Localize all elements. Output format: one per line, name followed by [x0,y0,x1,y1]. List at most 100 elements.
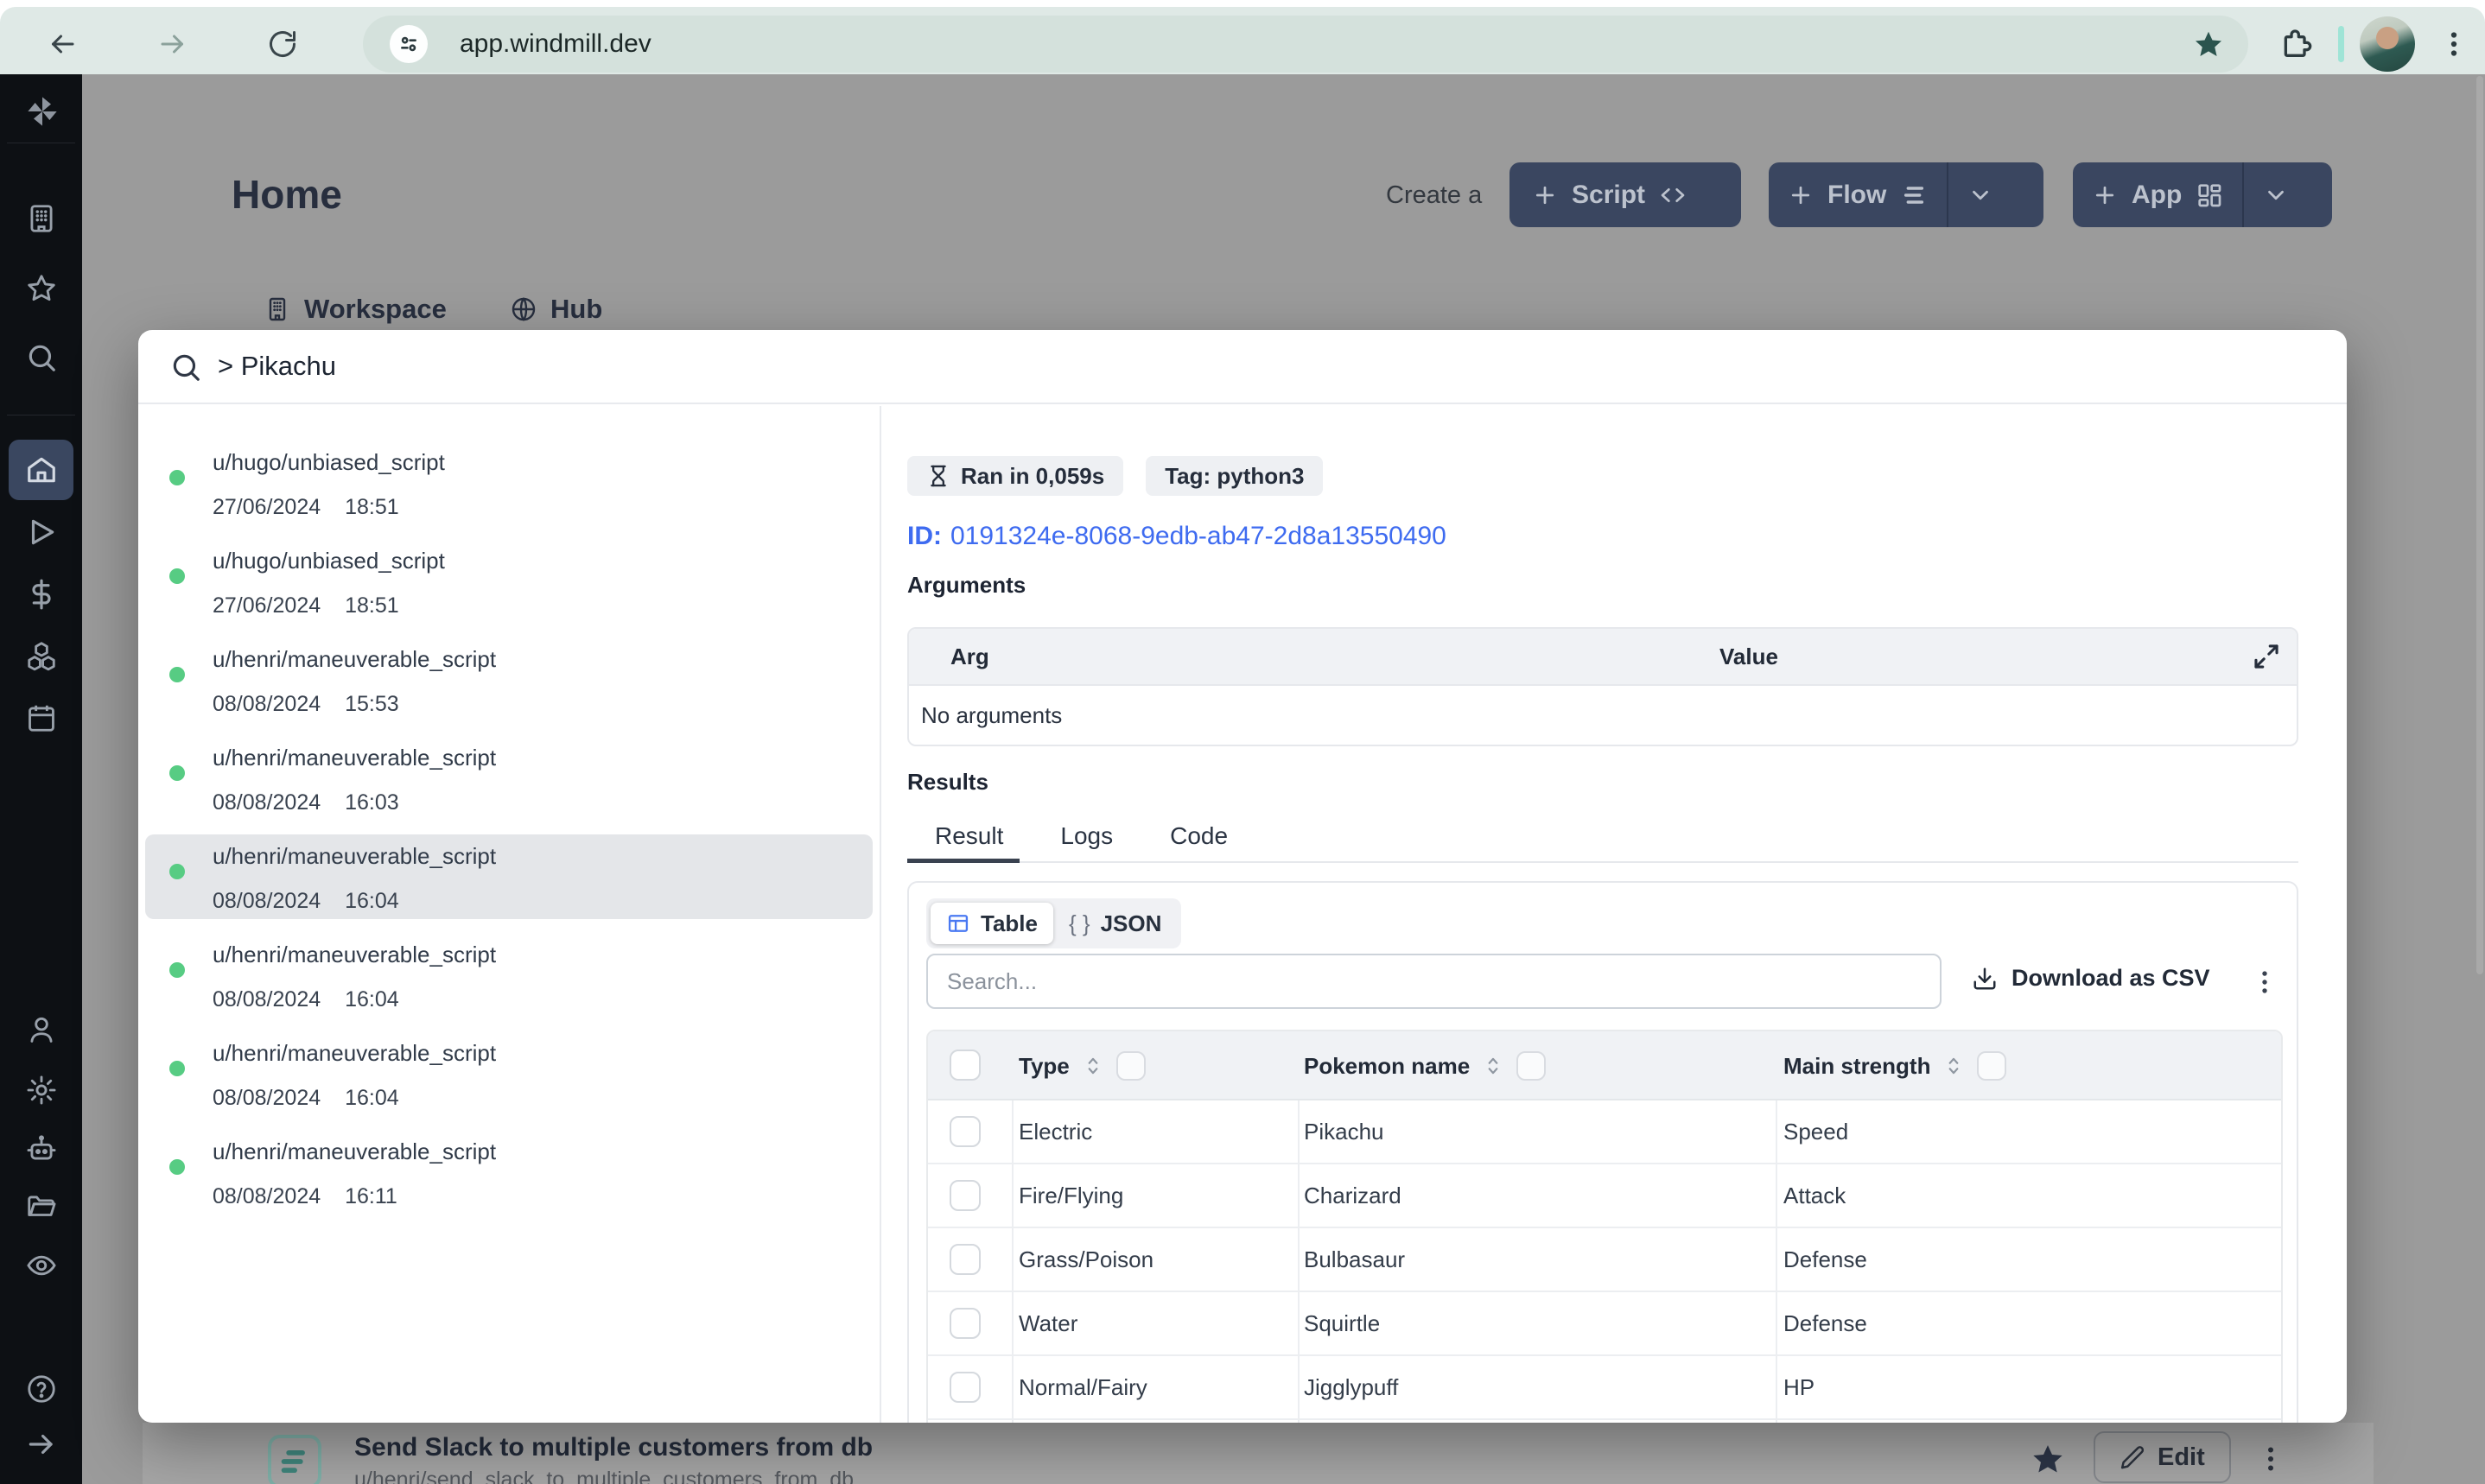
create-flow-dropdown[interactable] [1948,162,2012,227]
sidebar-item-schedules-calendar-icon[interactable] [25,701,58,734]
cell-pokemon-name: Charizard [1304,1183,1401,1208]
favorite-star-icon[interactable] [2031,1442,2065,1476]
sort-icon[interactable] [1482,1055,1504,1077]
sidebar-item-help-icon[interactable] [25,1373,58,1405]
page-scrollbar[interactable] [2476,76,2483,974]
run-list-item[interactable]: u/henri/maneuverable_script 08/08/2024 1… [145,1031,873,1116]
sidebar-item-user-icon[interactable] [25,1013,58,1046]
tab-hub-label: Hub [550,294,603,324]
row-checkbox[interactable] [950,1116,981,1147]
table-row[interactable]: Electric Pikachu Speed [928,1100,2281,1164]
column-filter-toggle[interactable] [1516,1051,1547,1081]
tab-result[interactable]: Result [935,822,1003,857]
column-label: Pokemon name [1304,1052,1471,1079]
chevron-down-icon [1973,190,1989,200]
sidebar-expand-arrow-icon[interactable] [25,1428,58,1461]
result-search-input[interactable] [926,954,1942,1009]
view-toggle: Table { } JSON [926,898,1182,948]
create-app-button[interactable]: App [2073,162,2332,227]
modal-search-bar[interactable]: > Pikachu [138,330,2347,404]
sidebar-item-search-icon[interactable] [25,341,58,374]
run-list-item[interactable]: u/hugo/unbiased_script 27/06/2024 18:51 [145,441,873,525]
success-status-dot [169,470,185,485]
reload-icon[interactable] [267,29,298,60]
create-flow-button[interactable]: Flow [1769,162,2043,227]
sidebar-item-settings-gear-icon[interactable] [25,1074,58,1107]
browser-menu-kebab-icon[interactable] [2438,29,2469,60]
windmill-logo[interactable] [25,94,58,127]
url-text[interactable]: app.windmill.dev [460,16,651,73]
edit-button[interactable]: Edit [2094,1431,2231,1483]
download-csv-button[interactable]: Download as CSV [1972,965,2210,992]
row-checkbox[interactable] [950,1244,981,1275]
back-icon[interactable] [47,29,78,60]
cell-type: Electric [1019,1119,1093,1145]
tab-workspace[interactable]: Workspace [264,294,447,325]
result-kebab-icon[interactable] [2250,967,2279,997]
sidebar-item-runs-play-icon[interactable] [25,516,58,549]
column-header-type[interactable]: Type [1019,1031,1146,1100]
sidebar-item-workers-bot-icon[interactable] [25,1132,58,1165]
sort-icon[interactable] [1082,1055,1104,1077]
sidebar-item-folders-icon[interactable] [25,1190,58,1223]
table-row[interactable]: Normal/Fairy Jigglypuff HP [928,1356,2281,1420]
result-table-header: Type Pokemon name Main strength [928,1031,2281,1100]
column-filter-toggle[interactable] [1977,1051,2007,1081]
success-status-dot [169,1061,185,1076]
run-list-item[interactable]: u/henri/maneuverable_script 08/08/2024 1… [145,933,873,1018]
select-all-checkbox[interactable] [950,1050,981,1081]
column-header-main-strength[interactable]: Main strength [1783,1031,2007,1100]
run-list-item[interactable]: u/hugo/unbiased_script 27/06/2024 18:51 [145,539,873,624]
tab-hub[interactable]: Hub [510,294,602,325]
sidebar-item-resources-boxes-icon[interactable] [25,639,58,672]
toggle-json-view[interactable]: { } JSON [1053,903,1177,944]
create-app-dropdown[interactable] [2244,162,2308,227]
plus-icon [2095,186,2114,204]
job-id-row: ID: 0191324e-8068-9edb-ab47-2d8a13550490 [907,522,1446,551]
sidebar-item-favorites-star-icon[interactable] [25,272,58,305]
flow-list-row[interactable]: Send Slack to multiple customers from db… [143,1423,2374,1484]
extensions-icon[interactable] [2278,27,2313,61]
success-status-dot [169,765,185,781]
cell-pokemon-name: Bulbasaur [1304,1246,1406,1272]
run-list-item[interactable]: u/henri/maneuverable_script 08/08/2024 1… [145,834,873,919]
sidebar-item-home-active[interactable] [9,440,73,500]
table-row[interactable]: Fire/Flying Charizard Attack [928,1164,2281,1228]
row-checkbox[interactable] [950,1180,981,1211]
search-query-text[interactable]: > Pikachu [218,330,336,403]
create-script-button[interactable]: Script [1509,162,1741,227]
table-icon [948,915,969,932]
run-date: 08/08/2024 [213,1184,321,1208]
create-script-label: Script [1572,180,1646,209]
run-timestamp: 08/08/2024 15:53 [213,692,864,717]
row-checkbox[interactable] [950,1308,981,1339]
job-id-link[interactable]: 0191324e-8068-9edb-ab47-2d8a13550490 [950,522,1446,550]
tab-logs[interactable]: Logs [1060,822,1113,857]
expand-icon[interactable] [2252,642,2281,671]
success-status-dot [169,667,185,682]
column-filter-toggle[interactable] [1115,1051,1146,1081]
sidebar-item-variables-dollar-icon[interactable] [25,578,58,611]
sort-icon[interactable] [1942,1055,1965,1077]
create-flow-label: Flow [1827,180,1887,209]
table-row[interactable]: Water Squirtle Defense [928,1292,2281,1356]
sidebar-item-audit-eye-icon[interactable] [25,1249,58,1282]
run-time: 18:51 [345,495,399,519]
download-csv-label: Download as CSV [2012,965,2210,991]
run-date: 27/06/2024 [213,593,321,618]
site-info-icon[interactable] [390,25,428,63]
run-list-item[interactable]: u/henri/maneuverable_script 08/08/2024 1… [145,1130,873,1214]
tab-code[interactable]: Code [1170,822,1228,857]
avatar[interactable] [2360,16,2415,72]
table-row[interactable]: Grass/Poison Bulbasaur Defense [928,1228,2281,1292]
run-list-item[interactable]: u/henri/maneuverable_script 08/08/2024 1… [145,736,873,821]
toggle-table-view[interactable]: Table [931,903,1053,944]
run-list-item[interactable]: u/henri/maneuverable_script 08/08/2024 1… [145,637,873,722]
forward-icon[interactable] [157,29,188,60]
flow-row-kebab-icon[interactable] [2255,1443,2286,1474]
sidebar-item-workspace[interactable] [25,202,58,235]
column-header-pokemon-name[interactable]: Pokemon name [1304,1031,1547,1100]
row-checkbox[interactable] [950,1372,981,1403]
address-bar[interactable]: app.windmill.dev [363,16,2248,73]
bookmark-star-icon[interactable] [2189,25,2228,63]
